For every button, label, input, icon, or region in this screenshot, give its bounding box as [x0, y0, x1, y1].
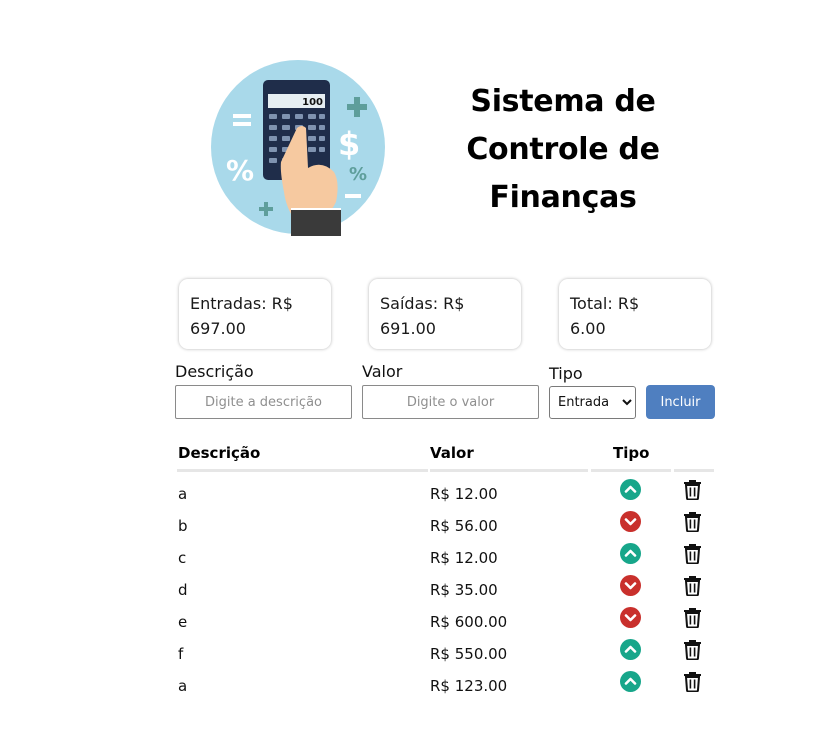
row-descricao: a — [178, 677, 188, 695]
total-card: Total: R$ 6.00 — [559, 279, 711, 349]
chevron-up-circle-icon — [620, 671, 641, 692]
header-valor: Valor — [430, 444, 474, 462]
header-divider — [430, 469, 588, 472]
entradas-card: Entradas: R$ 697.00 — [179, 279, 331, 349]
title-line: Finanças — [489, 180, 637, 215]
svg-text:100: 100 — [302, 97, 323, 108]
header-descricao: Descrição — [178, 444, 261, 462]
tipo-select[interactable]: Entrada — [549, 386, 636, 419]
row-descricao: a — [178, 485, 188, 503]
header-divider — [674, 469, 714, 472]
chevron-up-circle-icon — [620, 639, 641, 660]
total-label: Total: R$ — [570, 294, 640, 313]
row-descricao: d — [178, 581, 188, 599]
title-line: Controle de — [466, 132, 660, 167]
descricao-label: Descrição — [175, 362, 254, 381]
valor-label: Valor — [362, 362, 403, 381]
chevron-down-circle-icon — [620, 575, 641, 596]
row-valor: R$ 56.00 — [430, 517, 498, 535]
header-divider — [177, 469, 428, 472]
table-row: c R$ 12.00 — [0, 543, 835, 575]
table-row: d R$ 35.00 — [0, 575, 835, 607]
svg-text:%: % — [226, 154, 254, 187]
svg-text:$: $ — [338, 125, 360, 163]
saidas-value: 691.00 — [380, 319, 436, 338]
table-row: f R$ 550.00 — [0, 639, 835, 671]
page-title: Sistema de Controle de Finanças — [452, 78, 674, 222]
trash-icon[interactable] — [682, 670, 703, 693]
saidas-label: Saídas: R$ — [380, 294, 465, 313]
table-row: e R$ 600.00 — [0, 607, 835, 639]
chevron-down-circle-icon — [620, 607, 641, 628]
total-value: 6.00 — [570, 319, 606, 338]
table-row: b R$ 56.00 — [0, 511, 835, 543]
trash-icon[interactable] — [682, 478, 703, 501]
trash-icon[interactable] — [682, 638, 703, 661]
header-divider — [591, 469, 671, 472]
row-valor: R$ 123.00 — [430, 677, 508, 695]
chevron-up-circle-icon — [620, 479, 641, 500]
entradas-label: Entradas: R$ — [190, 294, 293, 313]
calculator-illustration: % % $ 100 — [211, 60, 385, 236]
title-line: Sistema de — [470, 84, 656, 119]
row-descricao: f — [178, 645, 184, 663]
chevron-up-circle-icon — [620, 543, 641, 564]
svg-text:%: % — [349, 164, 367, 185]
row-valor: R$ 550.00 — [430, 645, 508, 663]
tipo-label: Tipo — [549, 364, 583, 383]
row-descricao: c — [178, 549, 187, 567]
row-descricao: e — [178, 613, 188, 631]
incluir-button[interactable]: Incluir — [646, 385, 715, 419]
row-descricao: b — [178, 517, 188, 535]
row-valor: R$ 12.00 — [430, 549, 498, 567]
entradas-value: 697.00 — [190, 319, 246, 338]
table-row: a R$ 12.00 — [0, 479, 835, 511]
chevron-down-circle-icon — [620, 511, 641, 532]
row-valor: R$ 35.00 — [430, 581, 498, 599]
row-valor: R$ 12.00 — [430, 485, 498, 503]
trash-icon[interactable] — [682, 542, 703, 565]
trash-icon[interactable] — [682, 606, 703, 629]
saidas-card: Saídas: R$ 691.00 — [369, 279, 521, 349]
trash-icon[interactable] — [682, 574, 703, 597]
trash-icon[interactable] — [682, 510, 703, 533]
finance-app: % % $ 100 Sistema de Controle de Finança… — [0, 0, 835, 751]
descricao-input[interactable] — [175, 385, 352, 419]
header-tipo: Tipo — [613, 444, 650, 462]
row-valor: R$ 600.00 — [430, 613, 508, 631]
valor-input[interactable] — [362, 385, 539, 419]
table-row: a R$ 123.00 — [0, 671, 835, 703]
